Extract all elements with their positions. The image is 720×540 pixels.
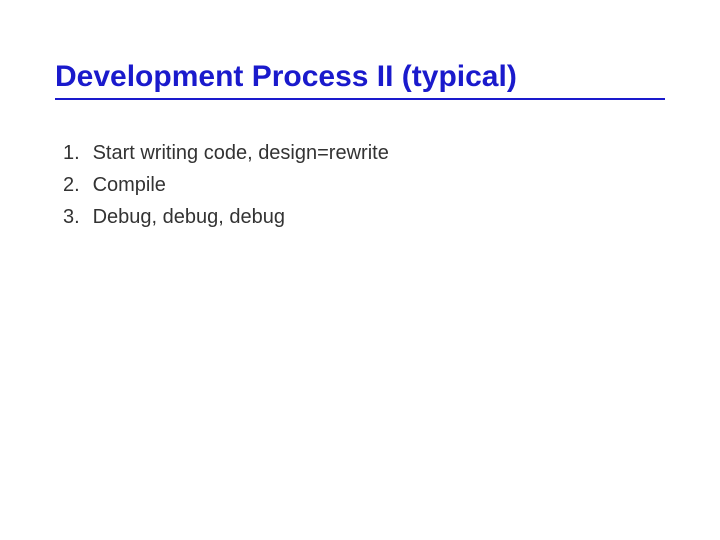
- item-text: Start writing code, design=rewrite: [93, 142, 389, 164]
- list-item: 2. Compile: [63, 170, 665, 200]
- item-text: Debug, debug, debug: [93, 206, 285, 228]
- item-text: Compile: [93, 174, 166, 196]
- slide-title: Development Process II (typical): [55, 60, 665, 100]
- item-number: 1.: [63, 138, 87, 168]
- steps-list: 1. Start writing code, design=rewrite 2.…: [55, 138, 665, 232]
- item-number: 2.: [63, 170, 87, 200]
- item-number: 3.: [63, 202, 87, 232]
- list-item: 3. Debug, debug, debug: [63, 202, 665, 232]
- list-item: 1. Start writing code, design=rewrite: [63, 138, 665, 168]
